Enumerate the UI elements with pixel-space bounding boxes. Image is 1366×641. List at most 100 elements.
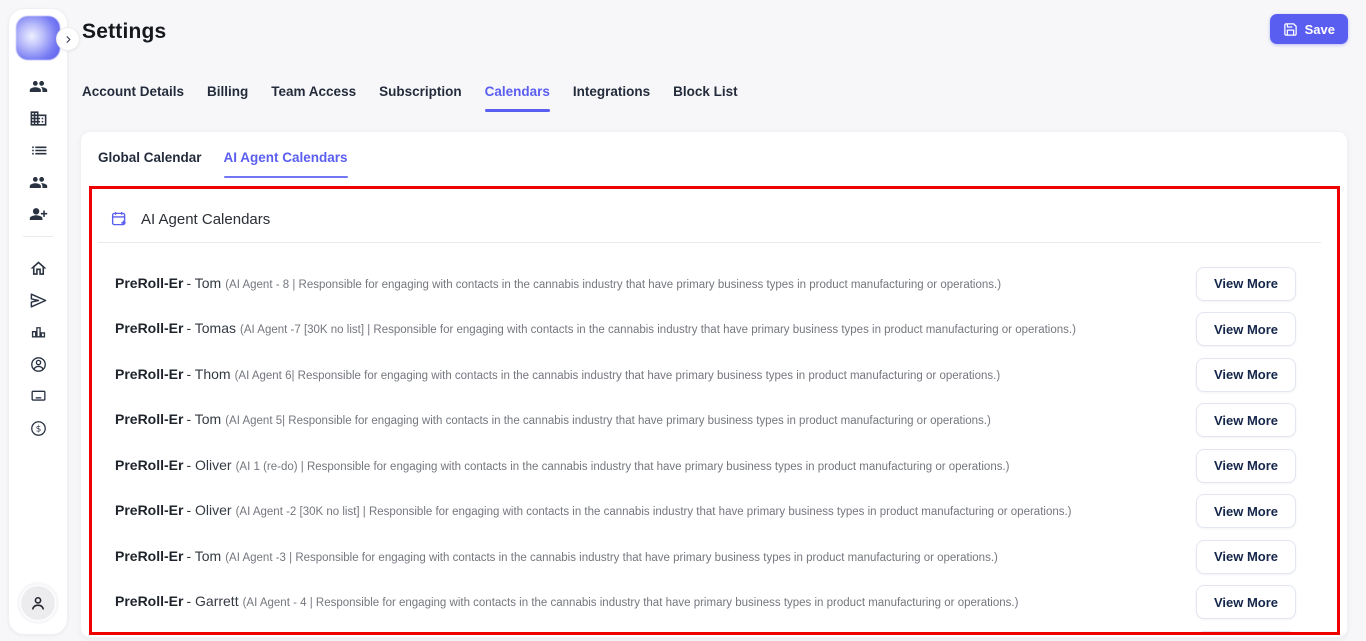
sidebar-button-device[interactable] — [22, 380, 54, 412]
section-divider — [98, 242, 1321, 243]
view-more-button[interactable]: View More — [1196, 449, 1296, 483]
agent-description: (AI Agent -7 [30K no list] | Responsible… — [240, 324, 1076, 336]
agent-name: - Garrett — [186, 593, 238, 609]
agent-label: PreRoll-Er- Oliver (AI 1 (re-do) | Respon… — [115, 457, 1010, 475]
agent-brand: PreRoll-Er — [115, 320, 183, 336]
agent-description: (AI Agent - 8 | Responsible for engaging… — [225, 279, 1001, 291]
sidebar-button-home[interactable] — [22, 252, 54, 284]
sidebar-expand-button[interactable] — [56, 27, 80, 51]
view-more-button[interactable]: View More — [1196, 403, 1296, 437]
team-icon — [29, 173, 48, 192]
person-add-icon — [29, 205, 48, 224]
sidebar-button-person-add[interactable] — [22, 198, 54, 230]
building-icon — [29, 109, 48, 128]
agent-description: (AI Agent -2 [30K no list] | Responsible… — [236, 506, 1072, 518]
app-logo[interactable] — [16, 16, 60, 60]
device-icon — [29, 387, 48, 406]
agent-name: - Tomas — [186, 320, 236, 336]
agent-name: - Tom — [186, 548, 221, 564]
agent-label: PreRoll-Er- Tom (AI Agent -3 | Responsibl… — [115, 548, 998, 566]
view-more-button[interactable]: View More — [1196, 358, 1296, 392]
agent-brand: PreRoll-Er — [115, 502, 183, 518]
view-more-button[interactable]: View More — [1196, 494, 1296, 528]
view-more-button[interactable]: View More — [1196, 312, 1296, 346]
agent-row: PreRoll-Er- Tom (AI Agent - 8 | Responsib… — [92, 261, 1337, 307]
calendar-subtabs: Global Calendar AI Agent Calendars — [81, 132, 1347, 178]
save-label: Save — [1305, 22, 1335, 37]
agent-label: PreRoll-Er- Tom(AI Agent 5| Responsible … — [115, 411, 991, 429]
tab-block-list[interactable]: Block List — [673, 84, 738, 112]
agent-row: View More — [92, 625, 1337, 635]
subtab-global-calendar[interactable]: Global Calendar — [98, 150, 202, 178]
agent-row: PreRoll-Er- Garrett (AI Agent - 4 | Respo… — [92, 580, 1337, 626]
agent-label: PreRoll-Er- Oliver (AI Agent -2 [30K no l… — [115, 502, 1072, 520]
settings-tabs: Account Details Billing Team Access Subscri… — [82, 84, 738, 112]
sidebar-button-account-circle[interactable] — [22, 348, 54, 380]
tab-billing[interactable]: Billing — [207, 84, 248, 112]
view-more-button[interactable]: View More — [1196, 631, 1296, 635]
send-icon — [29, 291, 48, 310]
agent-brand: PreRoll-Er — [115, 548, 183, 564]
tab-team-access[interactable]: Team Access — [271, 84, 356, 112]
svg-text:$: $ — [35, 424, 41, 434]
agent-name: - Oliver — [186, 502, 231, 518]
agent-label: PreRoll-Er- Tom (AI Agent - 8 | Responsib… — [115, 275, 1001, 293]
dollar-icon: $ — [29, 419, 48, 438]
tab-account-details[interactable]: Account Details — [82, 84, 184, 112]
agent-row: PreRoll-Er- Tomas (AI Agent -7 [30K no li… — [92, 307, 1337, 353]
page-title: Settings — [82, 20, 166, 44]
agent-description: (AI 1 (re-do) | Responsible for engaging… — [236, 461, 1010, 473]
agent-description: (AI Agent - 4 | Responsible for engaging… — [243, 597, 1019, 609]
sidebar-button-building[interactable] — [22, 102, 54, 134]
user-avatar[interactable] — [21, 586, 55, 620]
calendars-panel: Global Calendar AI Agent Calendars AI Age… — [80, 131, 1348, 638]
agent-row: PreRoll-Er- Oliver (AI Agent -2 [30K no l… — [92, 489, 1337, 535]
sidebar-button-list[interactable] — [22, 134, 54, 166]
agent-label: PreRoll-Er- Tomas (AI Agent -7 [30K no li… — [115, 320, 1076, 338]
highlighted-region: AI Agent Calendars PreRoll-Er- Tom(AI Ag… — [89, 186, 1340, 635]
sidebar-divider — [23, 236, 53, 237]
agent-name: - Tom — [186, 275, 221, 291]
agent-brand: PreRoll-Er — [115, 593, 183, 609]
sidebar-button-bar-chart[interactable] — [22, 316, 54, 348]
home-icon — [29, 259, 48, 278]
sidebar-top-icons — [22, 70, 54, 230]
agent-list: PreRoll-Er- Tom(AI Agent - 8 | Responsib… — [92, 261, 1337, 635]
tab-subscription[interactable]: Subscription — [379, 84, 462, 112]
tab-integrations[interactable]: Integrations — [573, 84, 650, 112]
agent-name: - Oliver — [186, 457, 231, 473]
calendar-plus-icon — [110, 210, 128, 228]
bar-chart-icon — [29, 323, 48, 342]
agent-description: (AI Agent -3 | Responsible for engaging … — [225, 552, 998, 564]
agent-row: PreRoll-Er- Oliver (AI 1 (re-do) | Respon… — [92, 443, 1337, 489]
agent-brand: PreRoll-Er — [115, 366, 183, 382]
agent-label: PreRoll-Er- Thom (AI Agent 6| Responsible… — [115, 366, 1000, 384]
view-more-button[interactable]: View More — [1196, 585, 1296, 619]
sidebar-bottom-icons: $ — [22, 252, 54, 444]
agent-row: PreRoll-Er- Thom (AI Agent 6| Responsible… — [92, 352, 1337, 398]
agent-row: PreRoll-Er- Tom (AI Agent -3 | Responsibl… — [92, 534, 1337, 580]
agent-brand: PreRoll-Er — [115, 275, 183, 291]
save-button[interactable]: Save — [1270, 14, 1348, 44]
person-icon — [28, 593, 48, 613]
agent-brand: PreRoll-Er — [115, 457, 183, 473]
agent-description: (AI Agent 6| Responsible for engaging wi… — [235, 370, 1001, 382]
agent-name: - Tom — [186, 411, 221, 427]
view-more-button[interactable]: View More — [1196, 540, 1296, 574]
view-more-button[interactable]: View More — [1196, 267, 1296, 301]
section-title: AI Agent Calendars — [141, 211, 270, 228]
agent-description: (AI Agent 5| Responsible for engaging wi… — [225, 415, 991, 427]
agent-row: PreRoll-Er- Tom(AI Agent 5| Responsible … — [92, 398, 1337, 444]
agent-label: PreRoll-Er- Garrett (AI Agent - 4 | Respo… — [115, 593, 1018, 611]
agent-name: - Thom — [186, 366, 230, 382]
account-circle-icon — [29, 355, 48, 374]
users-icon — [29, 77, 48, 96]
sidebar-button-dollar[interactable]: $ — [22, 412, 54, 444]
sidebar-button-users[interactable] — [22, 70, 54, 102]
chevron-right-icon — [63, 34, 74, 45]
section-header: AI Agent Calendars — [92, 189, 1337, 228]
subtab-ai-agent-calendars[interactable]: AI Agent Calendars — [224, 150, 348, 178]
sidebar-button-send[interactable] — [22, 284, 54, 316]
tab-calendars[interactable]: Calendars — [485, 84, 550, 112]
sidebar-button-team[interactable] — [22, 166, 54, 198]
